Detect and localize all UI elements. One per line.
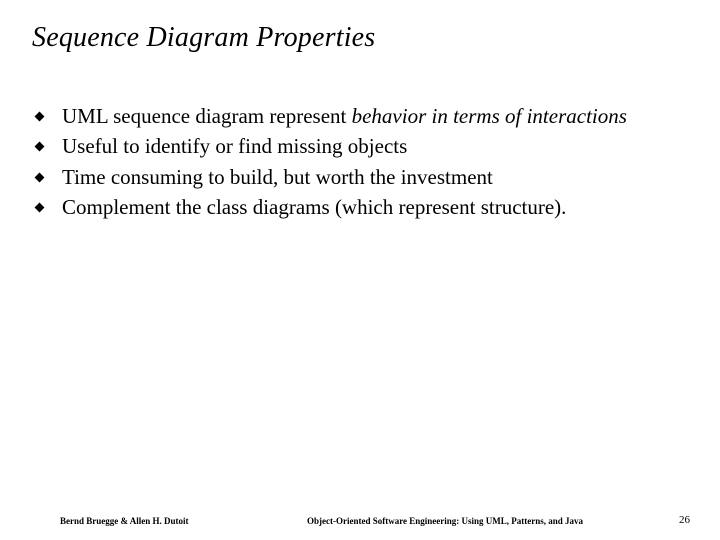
list-item: Time consuming to build, but worth the i… — [34, 163, 680, 191]
bullet-text-pre: Time consuming to build, but worth the i… — [62, 165, 493, 189]
list-item: Complement the class diagrams (which rep… — [34, 193, 680, 221]
footer-book-title: Object-Oriented Software Engineering: Us… — [240, 516, 650, 526]
bullet-list: UML sequence diagram represent behavior … — [30, 102, 690, 221]
bullet-text-pre: Useful to identify or find missing objec… — [62, 134, 407, 158]
slide-title: Sequence Diagram Properties — [32, 22, 690, 54]
footer-page-number: 26 — [650, 514, 690, 526]
bullet-text-pre: Complement the class diagrams (which rep… — [62, 195, 566, 219]
list-item: Useful to identify or find missing objec… — [34, 132, 680, 160]
slide: Sequence Diagram Properties UML sequence… — [0, 0, 720, 540]
bullet-text-pre: UML sequence diagram represent — [62, 104, 352, 128]
list-item: UML sequence diagram represent behavior … — [34, 102, 680, 130]
diamond-icon — [35, 203, 45, 213]
diamond-icon — [35, 112, 45, 122]
bullet-text-em: behavior in terms of interactions — [352, 104, 627, 128]
footer: Bernd Bruegge & Allen H. Dutoit Object-O… — [0, 514, 720, 526]
footer-authors: Bernd Bruegge & Allen H. Dutoit — [60, 516, 240, 526]
diamond-icon — [35, 142, 45, 152]
diamond-icon — [35, 172, 45, 182]
